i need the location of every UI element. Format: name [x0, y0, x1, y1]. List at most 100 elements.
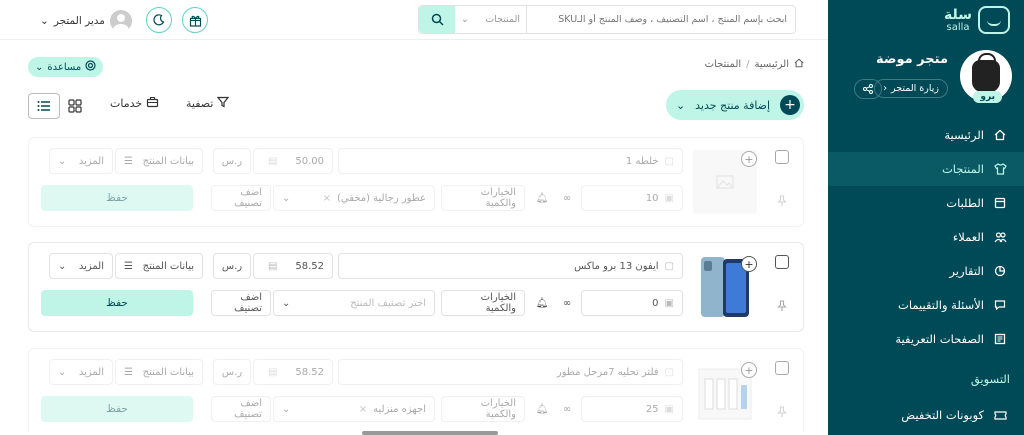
add-category-button[interactable]: اضف تصنيف — [211, 185, 271, 211]
add-image-button[interactable]: + — [741, 151, 757, 167]
pin-icon[interactable] — [777, 406, 787, 421]
sidebar-item-home[interactable]: الرئيسية — [828, 118, 1024, 152]
category-select[interactable]: اجهزه منزليه × ⌄ — [273, 396, 435, 422]
money-icon: ▤ — [268, 155, 278, 167]
add-category-label: اضف تصنيف — [234, 292, 262, 314]
sidebar-item-pages[interactable]: الصفحات التعريفية — [828, 322, 1024, 356]
grid-view-button[interactable] — [68, 99, 82, 116]
product-name-field[interactable]: ▢ فلتر تحليه 7مرحل مطور — [338, 359, 683, 385]
quantity-field[interactable]: ▣ 0 — [581, 290, 683, 316]
search-category-select[interactable]: المنتجات ⌄ — [455, 6, 527, 33]
save-button[interactable]: حفظ — [41, 396, 193, 422]
product-checkbox[interactable] — [775, 361, 789, 375]
sidebar-item-customers[interactable]: العملاء — [828, 220, 1024, 254]
product-data-button[interactable]: بيانات المنتج ☰ — [115, 148, 203, 174]
options-label: الخيارات والكمية — [480, 398, 516, 420]
shirt-icon — [992, 163, 1008, 175]
services-button[interactable]: خدمات — [110, 96, 159, 111]
unlimited-toggle[interactable]: ∞ — [557, 396, 577, 422]
add-category-label: اضف تصنيف — [234, 398, 262, 420]
add-image-button[interactable]: + — [741, 256, 757, 272]
unlimited-toggle[interactable]: ∞ — [557, 290, 577, 316]
more-dropdown[interactable]: المزيد ⌄ — [49, 253, 113, 279]
list-view-button[interactable] — [28, 93, 60, 119]
quantity-field[interactable]: ▣ 25 — [581, 396, 683, 422]
product-checkbox[interactable] — [775, 150, 789, 164]
save-button[interactable]: حفظ — [41, 185, 193, 211]
add-product-button[interactable]: + إضافة منتج جديد ⌄ — [666, 90, 804, 120]
help-icon — [85, 60, 96, 74]
more-label: المزيد — [78, 366, 104, 378]
sidebar-nav: الرئيسية المنتجات الطلبات العملاء التقار… — [828, 118, 1024, 356]
gift-button[interactable] — [182, 7, 208, 33]
price-field[interactable]: 58.52 ▤ — [253, 359, 333, 385]
notify-button[interactable]: 🔔︎ — [529, 185, 555, 211]
pages-icon — [992, 333, 1008, 345]
add-category-button[interactable]: اضف تصنيف — [211, 396, 271, 422]
dark-mode-button[interactable] — [146, 7, 172, 33]
search-input[interactable] — [527, 6, 795, 33]
visit-store-button[interactable]: زيارة المتجر ‹ — [874, 79, 948, 98]
currency-text: ر.س — [221, 155, 243, 167]
product-data-label: بيانات المنتج — [142, 366, 194, 378]
notify-button[interactable]: 🔔︎ — [529, 290, 555, 316]
salla-logo[interactable]: سلة salla — [944, 6, 1010, 34]
close-icon[interactable]: × — [323, 193, 331, 204]
currency-text: ر.س — [221, 260, 243, 272]
price-value: 58.52 — [295, 366, 324, 378]
moon-icon — [153, 14, 165, 26]
chevron-down-icon: ⌄ — [35, 61, 44, 73]
sidebar-item-products[interactable]: المنتجات — [828, 152, 1024, 186]
category-select[interactable]: اختر تصنيف المنتج ⌄ — [273, 290, 435, 316]
user-avatar — [109, 10, 132, 32]
sidebar-item-label: كوبونات التخفيض — [901, 408, 984, 422]
scrollbar-thumb[interactable] — [362, 431, 498, 435]
save-button[interactable]: حفظ — [41, 290, 193, 316]
options-quantity-button[interactable]: الخيارات والكمية — [441, 185, 525, 211]
help-label: مساعدة — [47, 61, 82, 73]
price-field[interactable]: 50.00 ▤ — [253, 148, 333, 174]
sidebar-item-label: المنتجات — [941, 162, 984, 176]
more-dropdown[interactable]: المزيد ⌄ — [49, 359, 113, 385]
help-button[interactable]: مساعدة ⌄ — [28, 57, 104, 77]
sliders-icon: ☰ — [124, 260, 133, 272]
search-button[interactable] — [419, 6, 455, 33]
unlimited-toggle[interactable]: ∞ — [557, 185, 577, 211]
add-category-button[interactable]: اضف تصنيف — [211, 290, 271, 316]
more-label: المزيد — [78, 260, 104, 272]
product-data-label: بيانات المنتج — [142, 155, 194, 167]
product-data-button[interactable]: بيانات المنتج ☰ — [115, 359, 203, 385]
price-value: 50.00 — [295, 155, 324, 167]
product-data-button[interactable]: بيانات المنتج ☰ — [115, 253, 203, 279]
price-field[interactable]: 58.52 ▤ — [253, 253, 333, 279]
horizontal-scrollbar[interactable] — [0, 430, 828, 435]
close-icon[interactable]: × — [359, 404, 367, 415]
category-chip[interactable]: اجهزه منزليه × — [359, 404, 426, 415]
add-image-button[interactable]: + — [741, 362, 757, 378]
product-card: + ▢ ايفون 13 برو ماكس 58.52 ▤ ر.س بيانات… — [28, 242, 804, 332]
user-menu[interactable]: مدير المتجر ⌄ — [40, 10, 132, 32]
currency-label: ر.س — [213, 359, 251, 385]
sidebar-item-orders[interactable]: الطلبات — [828, 186, 1024, 220]
sidebar-item-reviews[interactable]: الأسئلة والتقييمات — [828, 288, 1024, 322]
category-select[interactable]: عطور رجالية (مخفي) × ⌄ — [273, 185, 435, 211]
pin-icon[interactable] — [777, 195, 787, 210]
options-quantity-button[interactable]: الخيارات والكمية — [441, 396, 525, 422]
pin-icon[interactable] — [777, 300, 787, 315]
filter-button[interactable]: تصفية — [186, 96, 230, 111]
quantity-field[interactable]: ▣ 10 — [581, 185, 683, 211]
product-name-field[interactable]: ▢ ايفون 13 برو ماكس — [338, 253, 683, 279]
share-button[interactable] — [854, 79, 882, 99]
sidebar-item-reports[interactable]: التقارير — [828, 254, 1024, 288]
product-name-field[interactable]: ▢ خلطه 1 — [338, 148, 683, 174]
save-label: حفظ — [106, 192, 128, 204]
product-checkbox[interactable] — [775, 255, 789, 269]
category-chip[interactable]: عطور رجالية (مخفي) × — [323, 193, 426, 204]
store-name: متجر موضة — [876, 52, 948, 67]
product-name: ايفون 13 برو ماكس — [574, 260, 659, 272]
breadcrumb-home[interactable]: الرئيسية — [755, 59, 789, 70]
notify-button[interactable]: 🔔︎ — [529, 396, 555, 422]
more-dropdown[interactable]: المزيد ⌄ — [49, 148, 113, 174]
options-quantity-button[interactable]: الخيارات والكمية — [441, 290, 525, 316]
sidebar-item-coupons[interactable]: كوبونات التخفيض — [828, 398, 1024, 432]
